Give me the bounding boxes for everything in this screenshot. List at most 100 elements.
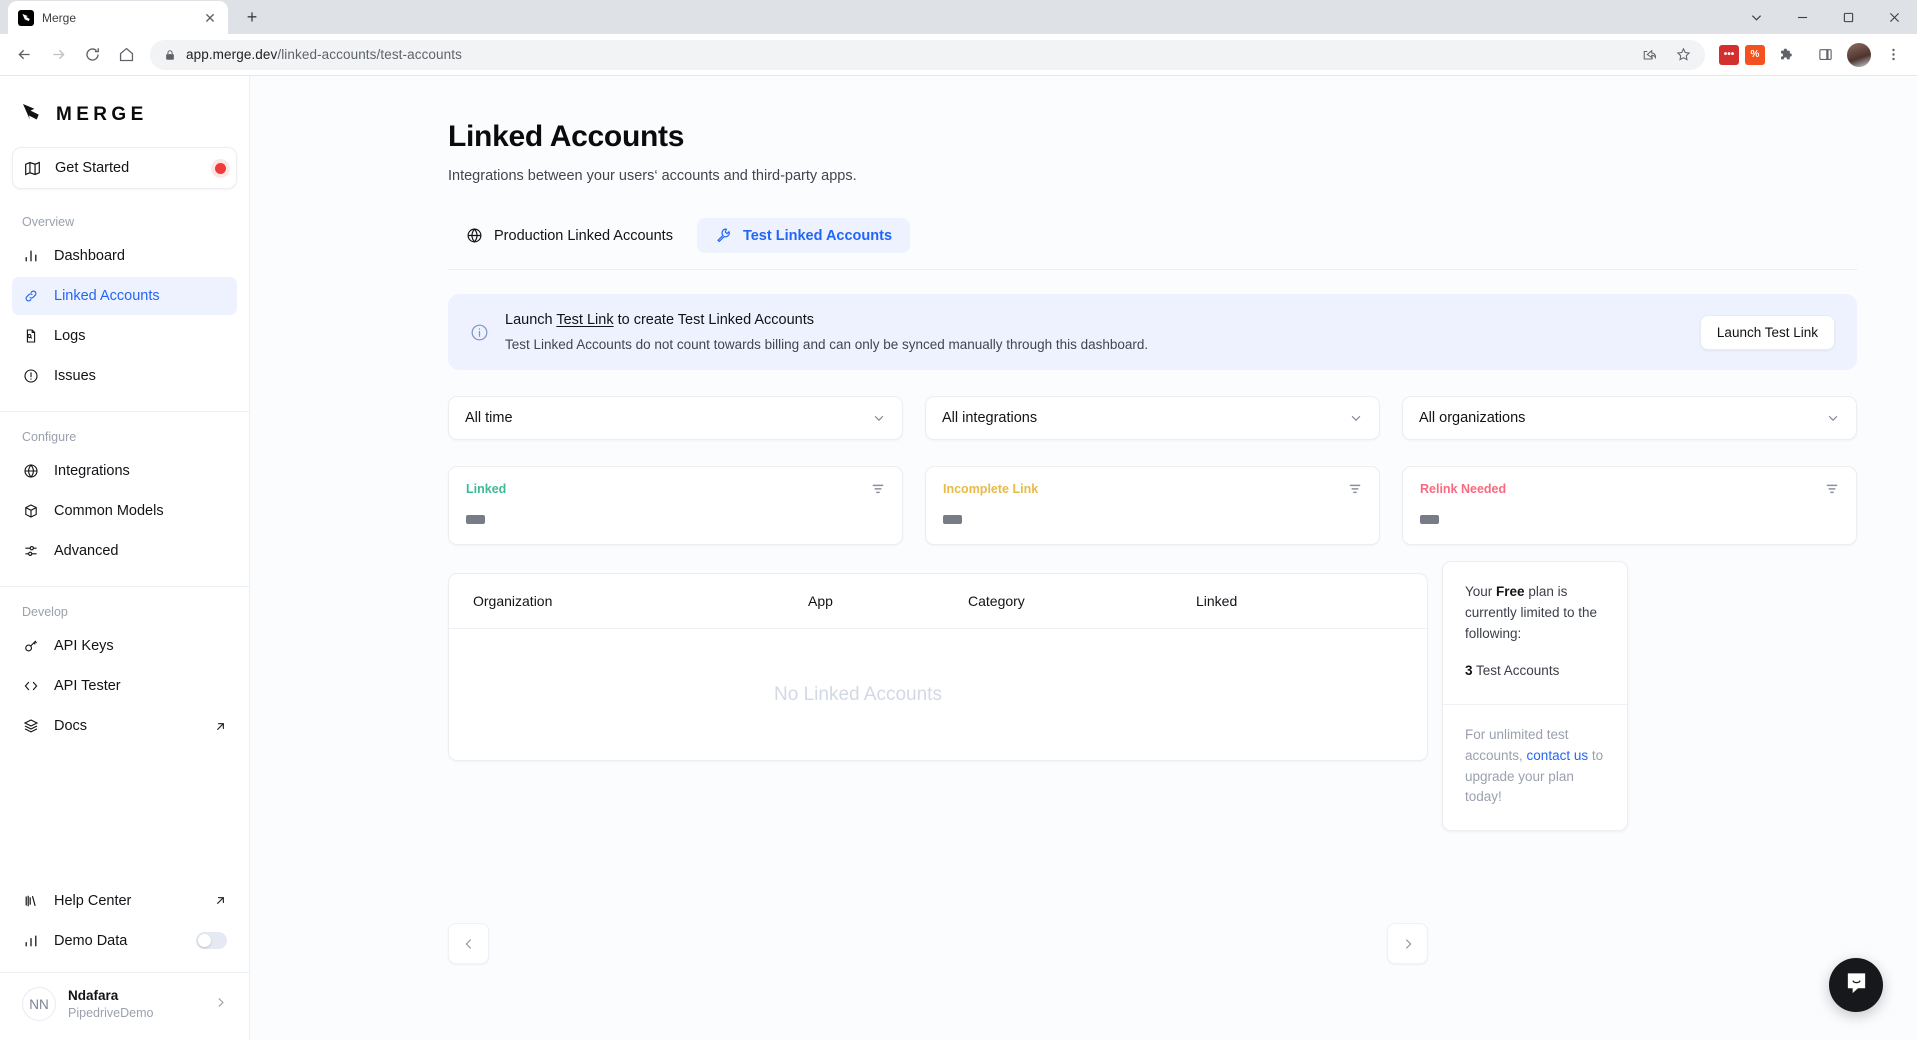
help-center-icon xyxy=(22,892,40,910)
sidebar-item-label: Dashboard xyxy=(54,248,125,264)
chevron-down-icon xyxy=(872,411,886,425)
chat-launcher-button[interactable] xyxy=(1829,958,1883,1012)
sidebar-item-api-keys[interactable]: API Keys xyxy=(12,627,237,665)
filter-icon[interactable] xyxy=(1348,482,1362,496)
tab-test-linked-accounts[interactable]: Test Linked Accounts xyxy=(696,218,911,253)
sliders-icon xyxy=(22,542,40,560)
column-header-linked: Linked xyxy=(1196,593,1238,609)
bar-chart-icon xyxy=(22,247,40,265)
bar-chart-icon xyxy=(22,932,40,950)
contact-us-link[interactable]: contact us xyxy=(1527,748,1589,763)
chevron-down-icon xyxy=(1349,411,1363,425)
time-filter-select[interactable]: All time xyxy=(448,396,903,440)
extension-orange-icon[interactable]: % xyxy=(1745,44,1765,65)
sidebar-item-demo-data[interactable]: Demo Data xyxy=(12,922,237,960)
filter-icon[interactable] xyxy=(1825,482,1839,496)
maximize-button[interactable] xyxy=(1825,0,1871,34)
forward-icon[interactable] xyxy=(42,39,74,71)
sidebar-item-label: Integrations xyxy=(54,463,130,479)
status-stat-cards: Linked Incomplete Link Relink Needed xyxy=(448,466,1857,545)
sidebar-item-integrations[interactable]: Integrations xyxy=(12,452,237,490)
tab-close-icon[interactable]: ✕ xyxy=(202,10,218,26)
tab-production-linked-accounts[interactable]: Production Linked Accounts xyxy=(448,218,691,253)
main-content: Linked Accounts Integrations between you… xyxy=(250,76,1917,1040)
filters-row: All time All integrations All organizati… xyxy=(448,396,1857,440)
test-link-link[interactable]: Test Link xyxy=(556,312,613,328)
sidebar-item-linked-accounts[interactable]: Linked Accounts xyxy=(12,277,237,315)
avatar: NN xyxy=(22,987,56,1022)
sidebar-item-logs[interactable]: Logs xyxy=(12,317,237,355)
user-name: Ndafara xyxy=(68,987,119,1003)
sidebar-item-advanced[interactable]: Advanced xyxy=(12,532,237,570)
share-icon[interactable] xyxy=(1633,39,1665,71)
next-page-button[interactable] xyxy=(1387,923,1428,965)
sidebar-item-help-center[interactable]: Help Center xyxy=(12,882,237,920)
demo-data-toggle[interactable] xyxy=(196,932,227,950)
stat-label: Linked xyxy=(466,482,507,496)
wrench-icon xyxy=(715,227,732,244)
test-link-banner: Launch Test Link to create Test Linked A… xyxy=(448,294,1857,370)
sidebar-item-label: Common Models xyxy=(54,503,164,519)
home-icon[interactable] xyxy=(110,39,142,71)
box-icon xyxy=(22,502,40,520)
sidebar-item-common-models[interactable]: Common Models xyxy=(12,492,237,530)
stat-card-relink-needed: Relink Needed xyxy=(1402,466,1857,545)
new-tab-button[interactable]: + xyxy=(238,3,266,31)
omnibox-actions xyxy=(1633,39,1699,71)
sidebar-item-api-tester[interactable]: API Tester xyxy=(12,667,237,705)
stat-label: Incomplete Link xyxy=(943,482,1039,496)
organizations-filter-value: All organizations xyxy=(1419,410,1526,426)
globe-icon xyxy=(22,462,40,480)
chevron-down-icon xyxy=(1826,411,1840,425)
browser-tab-merge[interactable]: Merge ✕ xyxy=(8,1,228,34)
stat-value-skeleton xyxy=(466,515,485,524)
sidebar-item-label: Issues xyxy=(54,368,96,384)
url-path: /linked-accounts/test-accounts xyxy=(277,47,462,62)
user-info: Ndafara PipedriveDemo xyxy=(68,987,153,1022)
address-bar[interactable]: app.merge.dev/linked-accounts/test-accou… xyxy=(150,39,1705,71)
filter-icon[interactable] xyxy=(871,482,885,496)
previous-page-button[interactable] xyxy=(448,923,489,965)
sidebar-item-dashboard[interactable]: Dashboard xyxy=(12,237,237,275)
stat-header: Incomplete Link xyxy=(943,482,1362,496)
side-panel-icon[interactable] xyxy=(1809,39,1841,71)
table-and-plan-row: Organization App Category Linked No Link… xyxy=(448,561,1857,832)
integrations-filter-value: All integrations xyxy=(942,410,1038,426)
file-search-icon xyxy=(22,327,40,345)
minimize-button[interactable] xyxy=(1779,0,1825,34)
layers-icon xyxy=(22,717,40,735)
user-account-row[interactable]: NN Ndafara PipedriveDemo xyxy=(0,971,249,1040)
close-window-button[interactable] xyxy=(1871,0,1917,34)
sidebar-item-issues[interactable]: Issues xyxy=(12,357,237,395)
banner-title-prefix: Launch xyxy=(505,312,557,328)
launch-test-link-button[interactable]: Launch Test Link xyxy=(1699,314,1835,350)
tab-label: Production Linked Accounts xyxy=(494,227,673,244)
chrome-menu-icon[interactable] xyxy=(1877,39,1909,71)
window-controls xyxy=(1733,0,1917,34)
page-subtitle: Integrations between your users‘ account… xyxy=(448,168,857,184)
sidebar-item-label: Logs xyxy=(54,328,86,344)
reload-icon[interactable] xyxy=(76,39,108,71)
stat-header: Linked xyxy=(466,482,885,496)
bookmark-star-icon[interactable] xyxy=(1667,39,1699,71)
info-icon xyxy=(470,323,489,342)
sidebar-item-docs[interactable]: Docs xyxy=(12,707,237,745)
merge-logo[interactable]: MERGE xyxy=(12,76,237,147)
sidebar-item-get-started[interactable]: Get Started xyxy=(12,147,237,189)
extensions-puzzle-icon[interactable] xyxy=(1771,39,1803,71)
back-icon[interactable] xyxy=(8,39,40,71)
stat-value-skeleton xyxy=(1420,515,1439,524)
sidebar: MERGE Get Started Overview Dashboard Lin… xyxy=(0,76,250,1040)
table-empty-state: No Linked Accounts xyxy=(774,683,942,705)
sidebar-section-label-overview: Overview xyxy=(22,215,75,229)
pagination-controls xyxy=(448,923,1428,965)
organizations-filter-select[interactable]: All organizations xyxy=(1402,396,1857,440)
tabs-divider xyxy=(448,269,1857,270)
chrome-profile-avatar[interactable] xyxy=(1847,42,1871,67)
tab-search-icon[interactable] xyxy=(1733,0,1779,34)
extension-red-icon[interactable]: ••• xyxy=(1719,44,1739,65)
key-icon xyxy=(22,637,40,655)
integrations-filter-select[interactable]: All integrations xyxy=(925,396,1380,440)
globe-icon xyxy=(466,227,483,244)
